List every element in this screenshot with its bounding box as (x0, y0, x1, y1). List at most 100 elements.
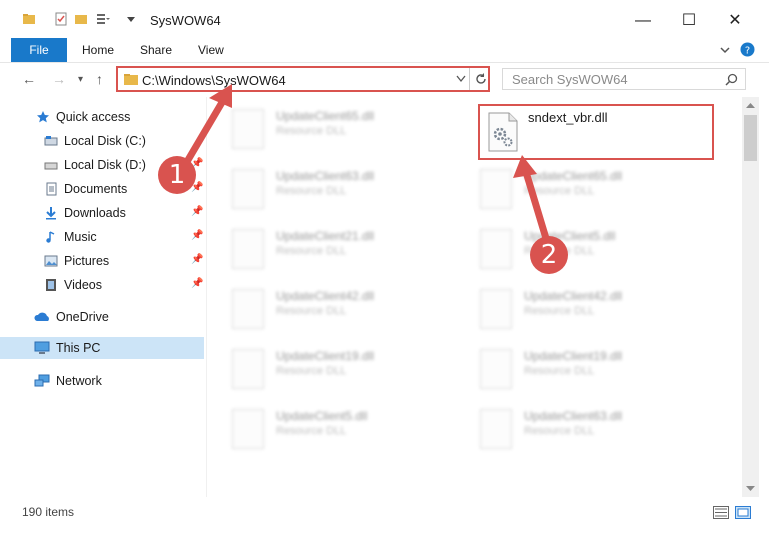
sidebar-item-onedrive[interactable]: OneDrive (0, 306, 204, 328)
item-count: 190 items (22, 505, 75, 519)
file-type: Resource DLL (524, 425, 595, 437)
dll-file-icon (480, 229, 512, 269)
dll-file-icon (232, 349, 264, 389)
expand-ribbon-icon[interactable] (719, 44, 731, 56)
network-icon (34, 374, 50, 387)
dll-file-icon (488, 112, 518, 152)
file-name: UpdateClient42.dll (276, 289, 375, 303)
ribbon: File Home Share View ? (0, 38, 769, 63)
properties-icon[interactable] (54, 12, 68, 26)
drive-icon (44, 162, 58, 170)
list-item[interactable]: UpdateClient5.dll Resource DLL (480, 225, 680, 277)
vertical-scrollbar[interactable] (742, 97, 759, 497)
list-item[interactable]: UpdateClient65.dll Resource DLL (480, 165, 680, 217)
file-type: Resource DLL (524, 365, 595, 377)
file-type: Resource DLL (524, 185, 595, 197)
sidebar-item-music[interactable]: Music 📌 (0, 226, 204, 248)
list-item[interactable]: UpdateClient63.dll Resource DLL (232, 165, 432, 217)
pin-icon[interactable]: 📌 (191, 230, 203, 241)
customize-toolbar-icon[interactable] (96, 12, 110, 26)
scrollbar-thumb[interactable] (744, 115, 757, 161)
tab-home[interactable]: Home (82, 38, 114, 62)
new-folder-icon[interactable] (74, 12, 88, 26)
minimize-button[interactable]: — (620, 6, 666, 36)
dll-file-icon (232, 109, 264, 149)
star-icon (37, 111, 49, 123)
list-item[interactable]: UpdateClient42.dll Resource DLL (480, 285, 680, 337)
music-icon (46, 231, 55, 243)
sidebar-item-label: Quick access (56, 110, 131, 124)
sidebar-item-downloads[interactable]: Downloads 📌 (0, 202, 204, 224)
list-item[interactable]: UpdateClient19.dll Resource DLL (232, 345, 432, 397)
forward-arrow-icon[interactable]: → (52, 71, 66, 87)
sidebar-item-label: Local Disk (D:) (64, 158, 146, 172)
dll-file-icon (232, 229, 264, 269)
cloud-icon (34, 312, 49, 321)
step-badge-1: 1 (158, 156, 196, 194)
file-name: UpdateClient65.dll (524, 169, 623, 183)
dll-file-icon (232, 409, 264, 449)
sidebar-item-label: Network (56, 374, 102, 388)
scroll-down-icon[interactable] (746, 486, 755, 492)
back-arrow-icon[interactable]: ← (22, 71, 36, 87)
computer-icon (34, 341, 50, 354)
file-name: UpdateClient63.dll (276, 169, 375, 183)
folder-icon[interactable] (22, 12, 36, 26)
sidebar-item-label: Videos (64, 278, 102, 292)
address-bar[interactable]: C:\Windows\SysWOW64 (116, 66, 490, 92)
navigation-bar: ← → ▾ ↑ C:\Windows\SysWOW64 Search SysWO… (0, 63, 769, 97)
close-button[interactable]: ✕ (712, 6, 758, 36)
search-input[interactable]: Search SysWOW64 (502, 68, 746, 90)
file-name: sndext_vbr.dll (528, 110, 608, 125)
up-arrow-icon[interactable]: ↑ (96, 71, 103, 87)
pin-icon[interactable]: 📌 (191, 254, 203, 265)
list-item[interactable]: UpdateClient65.dll Resource DLL (232, 105, 432, 157)
list-item[interactable]: UpdateClient5.dll Resource DLL (232, 405, 432, 457)
step-badge-2: 2 (530, 236, 568, 274)
sidebar-item-network[interactable]: Network (0, 370, 204, 392)
recent-locations-icon[interactable]: ▾ (78, 74, 83, 85)
search-icon[interactable] (725, 73, 738, 86)
chevron-down-icon[interactable] (456, 75, 466, 83)
pin-icon[interactable]: 📌 (191, 206, 203, 217)
dll-file-icon (232, 169, 264, 209)
list-item[interactable]: UpdateClient42.dll Resource DLL (232, 285, 432, 337)
list-item[interactable]: UpdateClient63.dll Resource DLL (480, 405, 680, 457)
highlighted-file-sndext-vbr[interactable]: sndext_vbr.dll (478, 104, 714, 160)
sidebar-item-this-pc[interactable]: This PC (0, 337, 204, 359)
tab-view[interactable]: View (198, 38, 224, 62)
status-bar: 190 items (0, 497, 769, 539)
sidebar-item-label: Downloads (64, 206, 126, 220)
sidebar-item-pictures[interactable]: Pictures 📌 (0, 250, 204, 272)
sidebar-item-quick-access[interactable]: Quick access (0, 106, 204, 128)
file-type: Resource DLL (276, 185, 347, 197)
tab-file[interactable]: File (11, 38, 67, 62)
details-view-icon[interactable] (713, 506, 729, 519)
dll-file-icon (480, 409, 512, 449)
dll-file-icon (232, 289, 264, 329)
file-type: Resource DLL (276, 425, 347, 437)
large-icons-view-icon[interactable] (735, 506, 751, 519)
file-name: UpdateClient63.dll (524, 409, 623, 423)
maximize-button[interactable]: ☐ (666, 6, 712, 36)
list-item[interactable]: UpdateClient21.dll Resource DLL (232, 225, 432, 277)
file-type: Resource DLL (276, 245, 347, 257)
dll-file-icon (480, 289, 512, 329)
pin-icon[interactable]: 📌 (191, 278, 203, 289)
scroll-up-icon[interactable] (746, 102, 755, 108)
svg-text:?: ? (745, 46, 750, 57)
list-item[interactable]: UpdateClient19.dll Resource DLL (480, 345, 680, 397)
sidebar-item-local-disk-c[interactable]: Local Disk (C:) (0, 130, 204, 152)
drive-icon (44, 136, 58, 146)
help-icon[interactable]: ? (740, 42, 755, 57)
file-name: UpdateClient42.dll (524, 289, 623, 303)
dll-file-icon (480, 349, 512, 389)
tab-share[interactable]: Share (140, 38, 172, 62)
sidebar-item-label: OneDrive (56, 310, 109, 324)
file-name: UpdateClient5.dll (276, 409, 368, 423)
file-type: Resource DLL (276, 365, 347, 377)
refresh-icon[interactable] (474, 72, 488, 86)
sidebar-item-videos[interactable]: Videos 📌 (0, 274, 204, 296)
chevron-down-icon[interactable] (124, 12, 138, 26)
file-name: UpdateClient21.dll (276, 229, 375, 243)
